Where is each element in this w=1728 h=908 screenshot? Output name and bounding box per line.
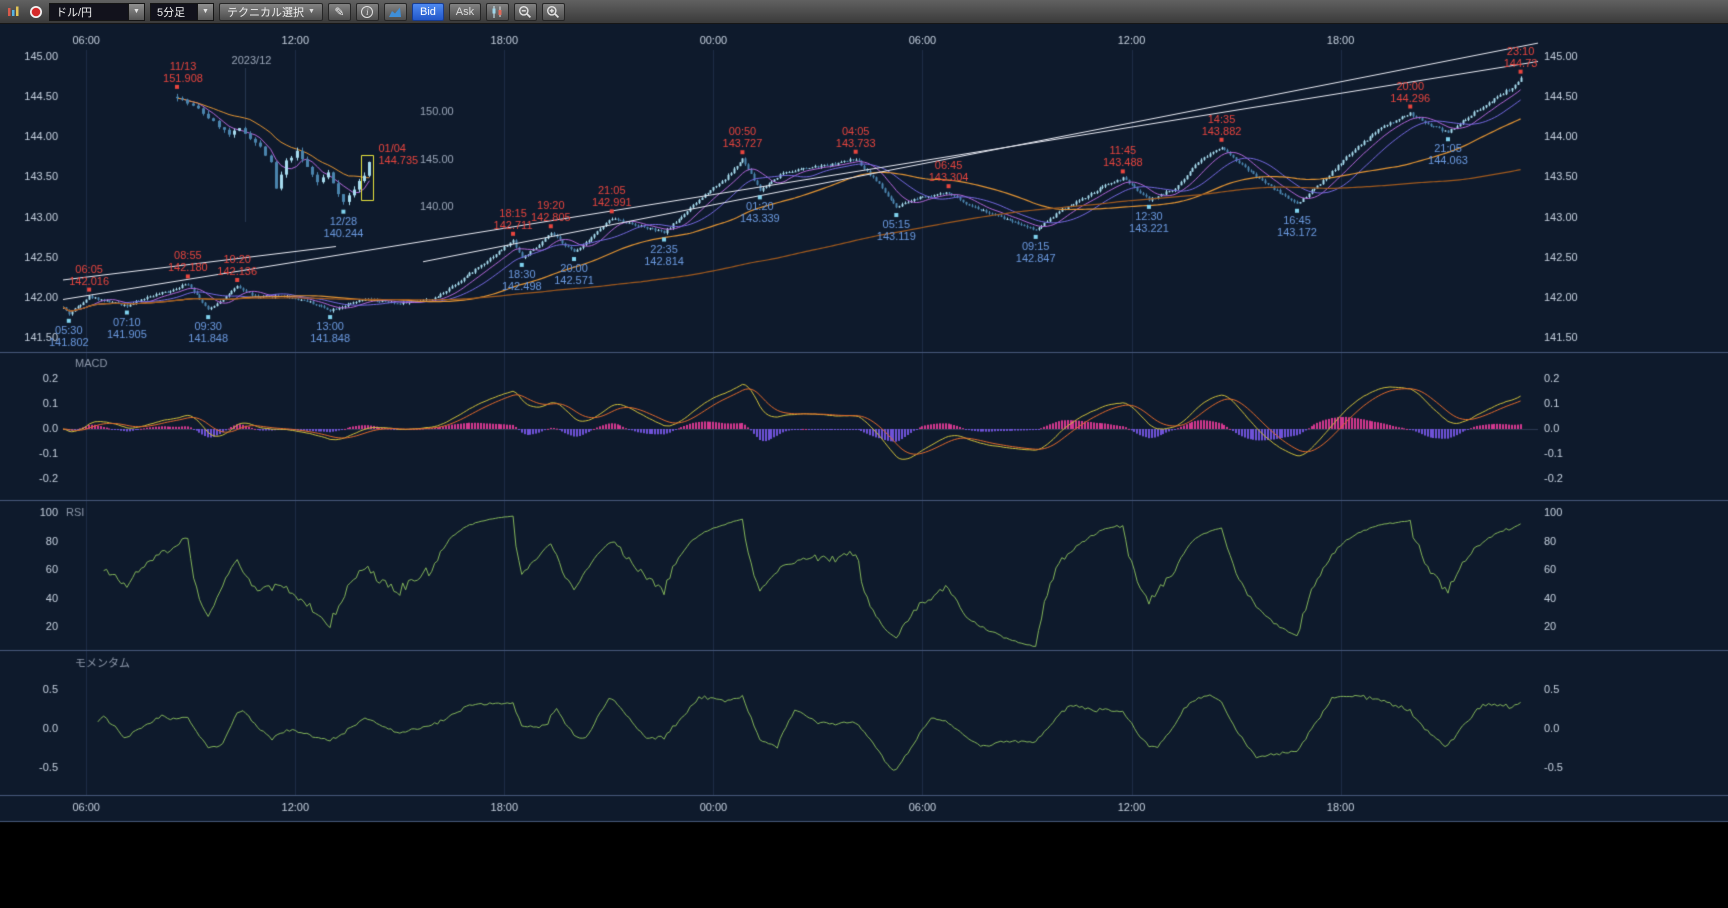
zoom-out-icon — [518, 5, 532, 19]
timeframe-select[interactable]: 5分足 ▼ — [150, 3, 214, 21]
zoom-out-button[interactable] — [514, 3, 537, 21]
chevron-down-icon: ▼ — [308, 8, 315, 15]
candlestick-icon — [490, 5, 505, 19]
app-chart-icon[interactable] — [5, 3, 22, 20]
price-chart-canvas[interactable] — [0, 24, 1728, 908]
chevron-down-icon[interactable]: ▼ — [128, 4, 144, 20]
currency-pair-select[interactable]: ドル/円 ▼ — [49, 3, 145, 21]
red-globe-icon[interactable] — [27, 3, 44, 20]
pencil-icon: ✎ — [334, 5, 344, 19]
technical-select-label: テクニカル選択 — [227, 4, 304, 20]
info-icon: i — [361, 6, 373, 18]
chart-type-button[interactable] — [486, 3, 509, 21]
area-chart-icon — [388, 5, 402, 18]
ask-toggle[interactable]: Ask — [449, 3, 481, 21]
timeframe-value: 5分足 — [151, 4, 197, 20]
toolbar: ドル/円 ▼ 5分足 ▼ テクニカル選択 ▼ ✎ i Bid Ask — [0, 0, 1728, 24]
bid-toggle[interactable]: Bid — [412, 3, 444, 21]
zoom-in-icon — [546, 5, 560, 19]
app-window: { "toolbar": { "pair": "ドル/円", "timefram… — [0, 0, 1728, 908]
draw-tool-button[interactable]: ✎ — [328, 3, 351, 21]
zoom-in-button[interactable] — [542, 3, 565, 21]
info-button[interactable]: i — [356, 3, 379, 21]
area-chart-button[interactable] — [384, 3, 407, 21]
currency-pair-value: ドル/円 — [50, 4, 128, 20]
technical-select-button[interactable]: テクニカル選択 ▼ — [219, 3, 323, 21]
chevron-down-icon[interactable]: ▼ — [197, 4, 213, 20]
